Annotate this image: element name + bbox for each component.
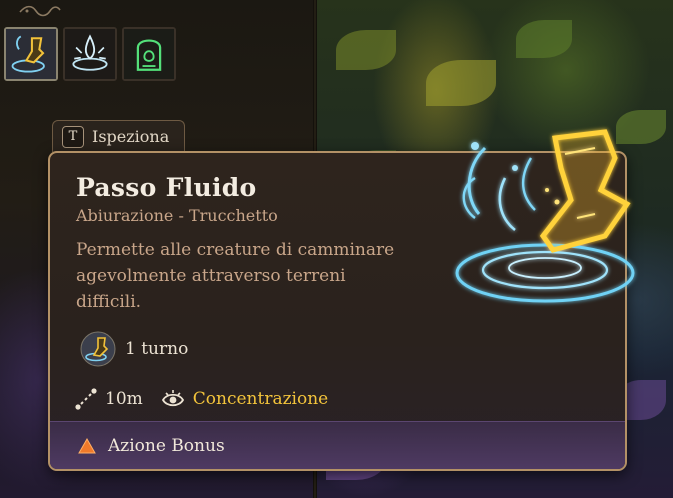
duration-icon (80, 331, 116, 367)
duration-row: 1 turno (80, 331, 188, 367)
water-burst-icon (65, 29, 115, 79)
spell-slot-green-rune[interactable] (122, 27, 176, 81)
range-icon (75, 388, 97, 410)
spell-school: Abiurazione - Trucchetto (76, 206, 278, 225)
inspect-key-badge: T (62, 125, 84, 148)
spell-title: Passo Fluido (76, 173, 257, 202)
bonus-action-icon (78, 437, 96, 453)
fluid-step-icon (6, 29, 56, 79)
action-type-bar: Azione Bonus (50, 421, 625, 469)
concentration-text: Concentrazione (192, 389, 329, 409)
range-text: 10m (105, 389, 143, 409)
spell-description: Permette alle creature di camminare agev… (76, 240, 395, 312)
concentration-icon (161, 390, 184, 407)
inspect-tab[interactable]: T Ispeziona (52, 120, 185, 152)
inspect-label: Ispeziona (92, 127, 170, 146)
duration-text: 1 turno (125, 339, 189, 359)
range-row: 10m Concentrazione (74, 385, 328, 413)
spell-art-icon (455, 129, 635, 303)
green-rune-icon (124, 29, 174, 79)
spell-slot-water-burst[interactable] (63, 27, 117, 81)
spell-slot-fluid-step[interactable] (4, 27, 58, 81)
action-type-text: Azione Bonus (108, 435, 225, 456)
ornament-icon (19, 5, 61, 17)
